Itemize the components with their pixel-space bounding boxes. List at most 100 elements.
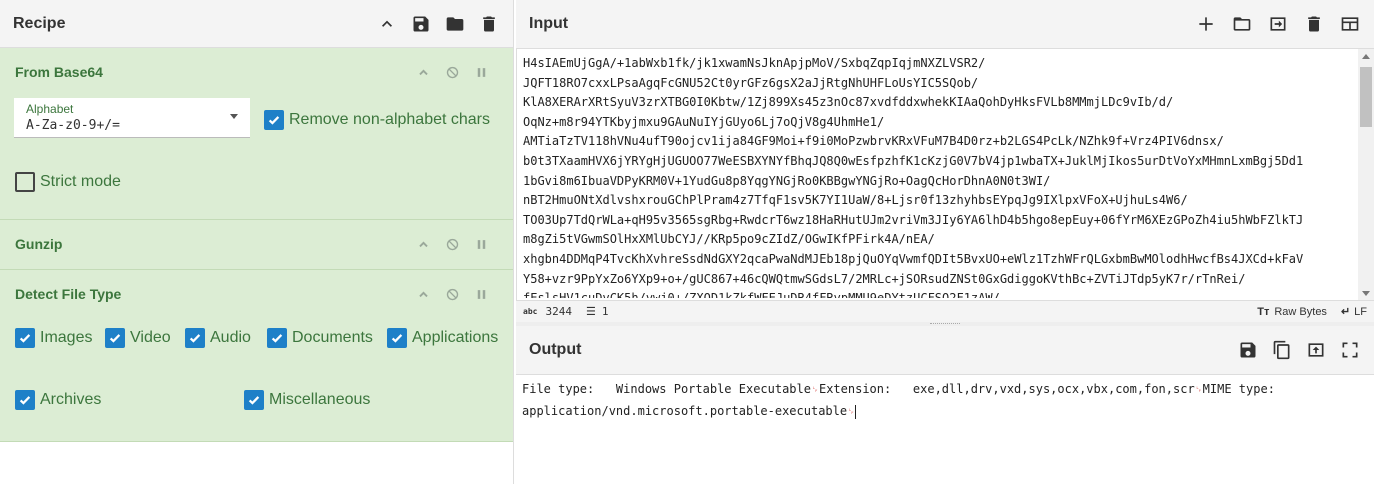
save-icon[interactable] <box>1237 339 1259 361</box>
input-lines: 1 <box>601 305 609 318</box>
pause-icon[interactable] <box>473 236 490 253</box>
return-icon: ↵ <box>1340 306 1351 318</box>
replace-input-icon[interactable] <box>1305 339 1327 361</box>
input-length: 3244 <box>545 305 572 318</box>
audio-checkbox[interactable]: Audio <box>185 328 251 348</box>
text-encoding-icon: Tт <box>1257 305 1270 318</box>
disable-icon[interactable] <box>444 64 461 81</box>
checkbox-checked-icon <box>185 328 205 348</box>
open-folder-icon[interactable] <box>1231 13 1253 35</box>
video-checkbox[interactable]: Video <box>105 328 171 348</box>
length-label: abc <box>523 307 538 316</box>
operation-gunzip: Gunzip <box>0 220 513 270</box>
checkbox-checked-icon <box>264 110 284 130</box>
output-file-type: File type: Windows Portable Executable <box>522 382 811 396</box>
disable-icon[interactable] <box>444 286 461 303</box>
remove-non-alphabet-label: Remove non-alphabet chars <box>289 111 491 128</box>
alphabet-label: Alphabet <box>26 102 74 116</box>
strict-mode-checkbox[interactable]: Strict mode <box>15 172 121 192</box>
chevron-up-icon[interactable] <box>415 286 432 303</box>
input-textarea[interactable]: H4sIAEmUjGgA/+1abWxb1fk/jk1xwamNsJknApjp… <box>516 48 1374 300</box>
input-line: m8gZi5tVGwmSOlHxXMlUbCYJ//KRp5po9cZIdZ/O… <box>523 232 935 247</box>
dropdown-caret-icon <box>230 114 238 119</box>
operation-title: Detect File Type <box>15 286 122 302</box>
lines-icon: ☰ <box>585 305 596 318</box>
input-line: KlA8XERArXRtSyuV3zrXTBG0I0Kbtw/1Zj899Xs4… <box>523 95 1174 110</box>
output-textarea[interactable]: File type: Windows Portable Executable␊E… <box>516 374 1374 484</box>
output-header: Output <box>516 326 1374 374</box>
text-cursor <box>855 404 857 419</box>
divider-grip[interactable] <box>930 323 960 325</box>
save-icon[interactable] <box>410 13 432 35</box>
images-label: Images <box>40 329 93 346</box>
recipe-header: Recipe <box>0 0 513 48</box>
disable-icon[interactable] <box>444 236 461 253</box>
folder-icon[interactable] <box>444 13 466 35</box>
output-text: File type: Windows Portable Executable␊E… <box>522 379 1342 423</box>
video-label: Video <box>130 329 171 346</box>
io-panel: Input H4sIAEmUjGgA/+1abWxb1fk/jk1xwamNsJ… <box>516 0 1374 484</box>
output-title: Output <box>529 341 582 358</box>
input-line: xhgbn4DDMqP4TvcKhXvhreSsdNdGXY2qcaPwaNdM… <box>523 251 1304 266</box>
operation-title: From Base64 <box>15 64 103 80</box>
trash-icon[interactable] <box>478 13 500 35</box>
miscellaneous-label: Miscellaneous <box>269 391 371 408</box>
copy-icon[interactable] <box>1271 339 1293 361</box>
scrollbar-thumb[interactable] <box>1360 67 1372 127</box>
raw-bytes-button[interactable]: Tт Raw Bytes <box>1257 306 1327 318</box>
checkbox-unchecked-icon <box>15 172 35 192</box>
trash-icon[interactable] <box>1303 13 1325 35</box>
input-line: 1bGvi8m6IbuaVDPyKRM0V+1YudGu8p8YqgYNGjRo… <box>523 173 1051 188</box>
raw-bytes-label: Raw Bytes <box>1274 305 1327 318</box>
line-ending-label: LF <box>1354 306 1367 318</box>
archives-checkbox[interactable]: Archives <box>15 390 101 410</box>
operation-detect-file-type: Detect File Type Images Video Audio Docu… <box>0 270 513 442</box>
checkbox-checked-icon <box>387 328 407 348</box>
alphabet-value: A-Za-z0-9+/= <box>26 118 120 133</box>
input-file-icon[interactable] <box>1267 13 1289 35</box>
strict-mode-label: Strict mode <box>40 173 121 190</box>
chevron-up-icon[interactable] <box>376 13 398 35</box>
layout-icon[interactable] <box>1339 13 1361 35</box>
operation-from-base64: From Base64 Alphabet A-Za-z0-9+/= Remove… <box>0 48 513 220</box>
input-line: b0t3TXaamHVX6jYRYgHjUGUOO77WeESBXYNYfBhq… <box>523 153 1304 168</box>
pause-icon[interactable] <box>473 64 490 81</box>
chevron-up-icon[interactable] <box>415 236 432 253</box>
input-scrollbar[interactable] <box>1358 49 1374 300</box>
operation-title: Gunzip <box>15 236 63 252</box>
input-line: H4sIAEmUjGgA/+1abWxb1fk/jk1xwamNsJknApjp… <box>523 56 986 70</box>
checkbox-checked-icon <box>244 390 264 410</box>
checkbox-checked-icon <box>105 328 125 348</box>
checkbox-checked-icon <box>15 390 35 410</box>
input-status-bar: abc 3244 ☰ 1 Tт Raw Bytes ↵ LF <box>516 300 1374 322</box>
recipe-title: Recipe <box>13 14 66 32</box>
line-ending-button[interactable]: ↵ LF <box>1341 305 1367 318</box>
plus-icon[interactable] <box>1195 13 1217 35</box>
input-line: TO03Up7TdQrWLa+qH95v3565sgRbg+RwdcrT6wz1… <box>523 212 1304 227</box>
input-line: AMTiaTzTV118hVNu4ufT90ojcv1ija84GF9Moi+f… <box>523 134 1224 149</box>
alphabet-select[interactable]: Alphabet A-Za-z0-9+/= <box>14 98 250 138</box>
scroll-down-icon[interactable] <box>1362 291 1370 296</box>
applications-checkbox[interactable]: Applications <box>387 328 498 348</box>
checkbox-checked-icon <box>15 328 35 348</box>
audio-label: Audio <box>210 329 251 346</box>
input-text: H4sIAEmUjGgA/+1abWxb1fk/jk1xwamNsJknApjp… <box>523 54 1355 298</box>
images-checkbox[interactable]: Images <box>15 328 92 348</box>
input-title: Input <box>529 15 569 32</box>
applications-label: Applications <box>412 329 499 346</box>
maximise-icon[interactable] <box>1339 339 1361 361</box>
input-line: nBT2HmuONtXdlvshxrouGChPlPram4z7TfqF1sv5… <box>523 193 1188 208</box>
scroll-up-icon[interactable] <box>1362 54 1370 59</box>
input-line: OqNz+m8r94YTKbyjmxu9GAuNuIYjGUyo6Lj7oQjV… <box>523 114 885 129</box>
newline-marker: ␊ <box>810 385 819 396</box>
newline-marker: ␊ <box>1194 385 1203 396</box>
documents-label: Documents <box>292 329 373 346</box>
chevron-up-icon[interactable] <box>415 64 432 81</box>
input-line: JQFT18RO7cxxLPsaAgqFcGNU52Ct0yrGFz6gsX2a… <box>523 75 979 90</box>
documents-checkbox[interactable]: Documents <box>267 328 373 348</box>
archives-label: Archives <box>40 391 102 408</box>
pause-icon[interactable] <box>473 286 490 303</box>
remove-non-alphabet-checkbox[interactable]: Remove non-alphabet chars <box>264 110 490 130</box>
input-header: Input <box>516 0 1374 48</box>
miscellaneous-checkbox[interactable]: Miscellaneous <box>244 390 370 410</box>
